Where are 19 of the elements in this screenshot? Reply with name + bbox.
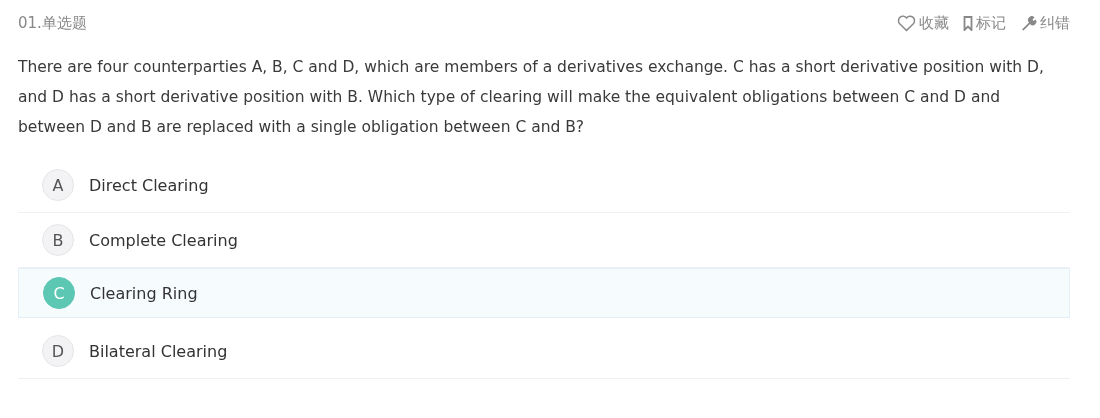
option-letter: A (42, 169, 74, 201)
question-number: 01.单选题 (18, 13, 87, 33)
bookmark-icon (963, 15, 973, 31)
answer-option[interactable]: A Direct Clearing (18, 158, 1070, 213)
question-text: There are four counterparties A, B, C and D, which are members of a derivatives exchange. C has a short derivative position with D, and D has a short derivative position with B. Which type of clearing will make the equivalent obligations between C and D and between D and B are replaced with a single obligation between C and B? (18, 57, 1045, 138)
action-link[interactable]: 标记 (963, 13, 1006, 33)
answer-option[interactable]: C Clearing Ring (18, 268, 1070, 318)
action-link[interactable]: 纠错 (1020, 13, 1070, 33)
option-text: Complete Clearing (89, 230, 238, 250)
answer-option[interactable]: D Bilateral Clearing (18, 324, 1070, 379)
wrench-icon (1020, 15, 1037, 31)
heart-icon (897, 14, 916, 32)
action-link[interactable]: 收藏 (897, 13, 949, 33)
option-letter: D (42, 335, 74, 367)
option-text: Direct Clearing (89, 175, 209, 195)
option-letter: B (42, 224, 74, 256)
option-text: Clearing Ring (90, 283, 198, 303)
option-letter: C (43, 277, 75, 309)
option-text: Bilateral Clearing (89, 341, 228, 361)
